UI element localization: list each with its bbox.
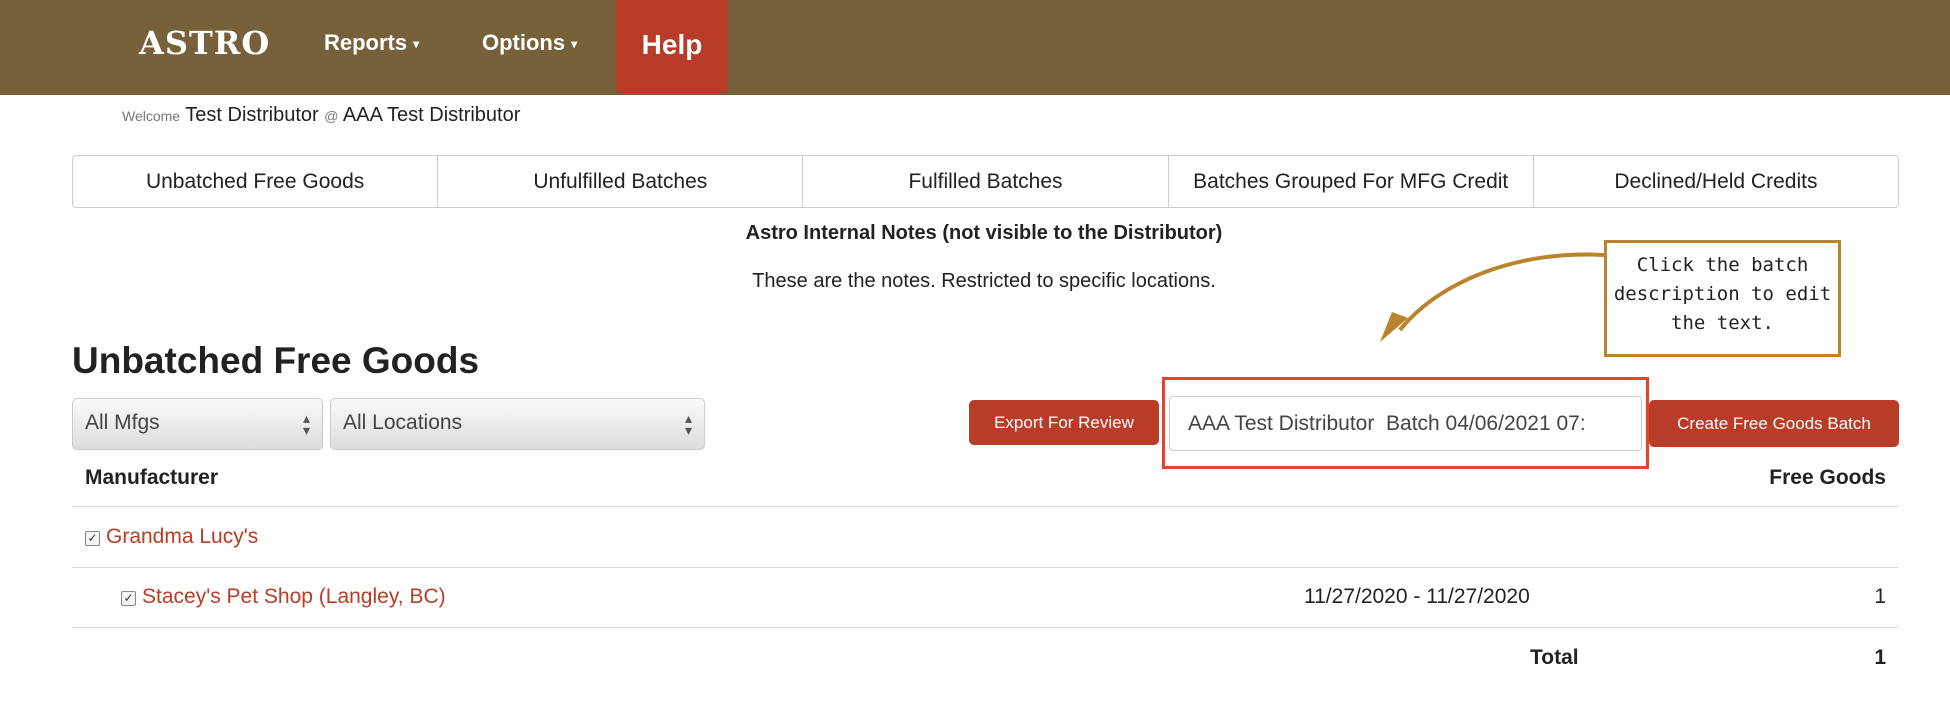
manufacturer-select[interactable]: All Mfgs ▴ ▾ xyxy=(72,398,323,450)
divider xyxy=(72,506,1899,507)
options-menu[interactable]: Options ▾ xyxy=(482,30,577,56)
caret-down-icon: ▾ xyxy=(571,37,578,52)
location-select[interactable]: All Locations ▴ ▾ xyxy=(330,398,705,450)
updown-arrow-icon: ▴ ▾ xyxy=(684,410,692,438)
manufacturer-link[interactable]: Grandma Lucy's xyxy=(106,525,258,548)
total-value: 1 xyxy=(1874,646,1886,669)
curved-arrow-icon xyxy=(1380,252,1605,342)
page-title: Unbatched Free Goods xyxy=(72,340,480,381)
total-label: Total xyxy=(1530,646,1579,669)
callout-note: Click the batch description to edit the … xyxy=(1604,240,1841,357)
location-select-value: All Locations xyxy=(343,411,463,434)
location-row: ✓ Stacey's Pet Shop (Langley, BC) xyxy=(121,585,446,609)
location-count: 1 xyxy=(1874,585,1886,608)
manufacturer-header: Manufacturer xyxy=(85,466,219,489)
create-free-goods-batch-button[interactable]: Create Free Goods Batch xyxy=(1649,400,1899,447)
caret-down-icon: ▾ xyxy=(413,37,420,52)
batch-description-input[interactable] xyxy=(1169,396,1642,451)
top-navbar: ASTRO Reports ▾ Options ▾ Help xyxy=(0,0,1950,95)
tab-unfulfilled-batches[interactable]: Unfulfilled Batches xyxy=(438,156,804,207)
divider xyxy=(72,627,1899,628)
tab-batches-grouped[interactable]: Batches Grouped For MFG Credit xyxy=(1169,156,1534,207)
reports-menu[interactable]: Reports ▾ xyxy=(324,30,419,56)
location-link[interactable]: Stacey's Pet Shop (Langley, BC) xyxy=(142,585,446,608)
tab-bar: Unbatched Free Goods Unfulfilled Batches… xyxy=(72,155,1899,208)
welcome-prefix: Welcome xyxy=(122,108,181,124)
location-checkbox[interactable]: ✓ xyxy=(121,591,136,606)
astro-logo[interactable]: ASTRO xyxy=(139,24,270,62)
manufacturer-row: ✓ Grandma Lucy's xyxy=(85,525,258,549)
export-for-review-button[interactable]: Export For Review xyxy=(969,400,1159,445)
company-name: AAA Test Distributor xyxy=(342,104,521,126)
tab-declined-held-credits[interactable]: Declined/Held Credits xyxy=(1534,156,1898,207)
welcome-text: Welcome Test Distributor @ AAA Test Dist… xyxy=(122,104,520,127)
user-name: Test Distributor xyxy=(185,104,319,126)
reports-label: Reports xyxy=(324,30,408,55)
options-label: Options xyxy=(482,30,566,55)
help-button[interactable]: Help xyxy=(616,0,728,93)
manufacturer-checkbox[interactable]: ✓ xyxy=(85,531,100,546)
manufacturer-select-value: All Mfgs xyxy=(85,411,160,434)
at-sign: @ xyxy=(324,108,339,124)
updown-arrow-icon: ▴ ▾ xyxy=(302,410,310,438)
location-dates: 11/27/2020 - 11/27/2020 xyxy=(1304,585,1530,608)
tab-fulfilled-batches[interactable]: Fulfilled Batches xyxy=(803,156,1169,207)
tab-unbatched-free-goods[interactable]: Unbatched Free Goods xyxy=(73,156,439,207)
free-goods-header: Free Goods xyxy=(1769,466,1886,489)
divider xyxy=(72,567,1899,568)
